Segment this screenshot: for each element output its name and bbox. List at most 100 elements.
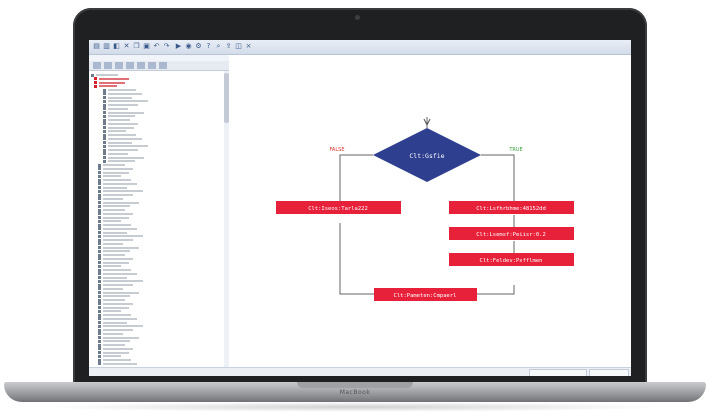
window-icon[interactable]: ◫ <box>234 42 243 51</box>
paste-icon[interactable]: ▣ <box>142 42 151 51</box>
debug-icon[interactable]: ◉ <box>184 42 193 51</box>
tree-item-label <box>103 197 123 200</box>
true-connector <box>481 154 515 201</box>
status-bar <box>89 367 631 376</box>
redo-icon[interactable]: ↷ <box>162 42 171 51</box>
tree-item-label <box>103 310 121 313</box>
false-connector <box>339 154 373 201</box>
tree-item-label <box>103 276 127 279</box>
merge-action-label: Clt:Pameten:Cmpaerl <box>394 293 457 299</box>
tree-item-label <box>103 216 129 219</box>
flowchart-svg: Clt:Gsfie FALSE TRUE Clt:Iseos:Tarla222 … <box>276 117 574 301</box>
status-cell-1 <box>529 369 587 376</box>
tree-item-label <box>103 254 125 256</box>
tree-item-label <box>108 100 148 103</box>
laptop-notch <box>297 382 413 388</box>
left-to-merge-connector <box>339 223 374 295</box>
tree-item-label <box>108 104 138 106</box>
tree-item-label <box>99 85 117 88</box>
tree-item-label <box>103 291 139 294</box>
tree-item-label <box>103 164 125 166</box>
export-icon[interactable]: ⇪ <box>224 42 233 51</box>
tree-node-icon <box>94 84 97 88</box>
zoom-icon[interactable]: ⌕ <box>214 42 223 51</box>
tree-item-label <box>103 167 133 170</box>
tab-4[interactable] <box>126 62 134 69</box>
tree-item-label <box>103 317 137 320</box>
false-branch-label: FALSE <box>330 147 345 153</box>
save-icon[interactable]: ◧ <box>112 42 121 51</box>
tree-item-label <box>108 96 132 99</box>
status-cell-2 <box>589 369 629 376</box>
tree-item-label <box>108 92 142 95</box>
main-toolbar: ▤ ▥ ◧ ✕ ❐ ▣ ↶ ↷ ▶ ◉ ⚙ ? ⌕ ⇪ ◫ × <box>89 40 631 55</box>
tree-item-label <box>103 171 129 174</box>
scrollbar-thumb[interactable] <box>224 73 229 123</box>
tree-item-label <box>108 119 130 121</box>
device-brand-label: MacBook <box>339 389 371 396</box>
tree-item-label <box>108 145 148 148</box>
tree-scrollbar[interactable] <box>224 71 229 367</box>
tree-item-label <box>103 325 143 328</box>
tree-item-label <box>103 302 133 305</box>
tree-item-label <box>103 227 137 230</box>
settings-icon[interactable]: ⚙ <box>194 42 203 51</box>
cut-icon[interactable]: ✕ <box>122 42 131 51</box>
tab-2[interactable] <box>104 62 112 69</box>
run-icon[interactable]: ▶ <box>174 42 183 51</box>
tree-item-label <box>103 332 123 335</box>
tree-item-label <box>103 280 143 283</box>
tree-item-label <box>103 186 127 189</box>
tree-item-label <box>103 190 143 193</box>
copy-icon[interactable]: ❐ <box>132 42 141 51</box>
decision-label: Clt:Gsfie <box>409 152 444 160</box>
tree-item[interactable] <box>98 362 137 366</box>
tree-item-label <box>103 242 123 245</box>
true-branch-label: TRUE <box>508 147 522 153</box>
tree-item-label <box>99 81 125 84</box>
tree-item-label <box>99 77 129 80</box>
tab-5[interactable] <box>137 62 145 69</box>
help-icon[interactable]: ? <box>204 42 213 51</box>
tree-item-label <box>108 152 128 155</box>
project-tree[interactable] <box>89 71 225 367</box>
flow-canvas[interactable]: Clt:Gsfie FALSE TRUE Clt:Iseos:Tarla222 … <box>230 55 631 367</box>
tree-item-label <box>103 336 139 339</box>
tree-item-label <box>103 344 125 346</box>
tree-item-label <box>108 107 128 110</box>
tree-item-label <box>103 351 129 354</box>
app-window: ▤ ▥ ◧ ✕ ❐ ▣ ↶ ↷ ▶ ◉ ⚙ ? ⌕ ⇪ ◫ × Clt:Gsfi… <box>89 40 631 376</box>
tab-3[interactable] <box>115 62 123 69</box>
tree-item-label <box>108 111 144 114</box>
tree-item-label <box>108 126 134 129</box>
tree-item-label <box>108 137 142 140</box>
close-icon[interactable]: × <box>244 42 253 51</box>
tree-item-label <box>108 115 135 118</box>
tree-item-label <box>103 212 133 215</box>
tree-item-label <box>108 149 138 151</box>
tree-item-label <box>103 182 137 185</box>
tree-item-label <box>103 194 133 196</box>
open-icon[interactable]: ▥ <box>102 42 111 51</box>
tree-item-label <box>103 284 133 286</box>
tree-item-label <box>103 362 137 365</box>
tree-item-label <box>103 355 121 358</box>
tree-item-label <box>103 329 133 331</box>
tab-7[interactable] <box>159 62 167 69</box>
tree-item-label <box>103 220 121 223</box>
tree-item-label <box>108 130 126 133</box>
tab-1[interactable] <box>93 62 101 69</box>
tab-6[interactable] <box>148 62 156 69</box>
tree-item-label <box>103 231 127 234</box>
tree-item-label <box>103 175 121 178</box>
undo-icon[interactable]: ↶ <box>152 42 161 51</box>
tree-item-label <box>103 287 123 290</box>
tree-item-label <box>108 160 135 163</box>
tree-item-label <box>108 141 132 144</box>
new-icon[interactable]: ▤ <box>92 42 101 51</box>
tree-item-label <box>103 314 131 316</box>
tree-item-label <box>103 179 131 181</box>
tree-item-label <box>103 340 130 343</box>
tree-item-label <box>96 74 118 76</box>
tree-item-label <box>103 359 131 361</box>
